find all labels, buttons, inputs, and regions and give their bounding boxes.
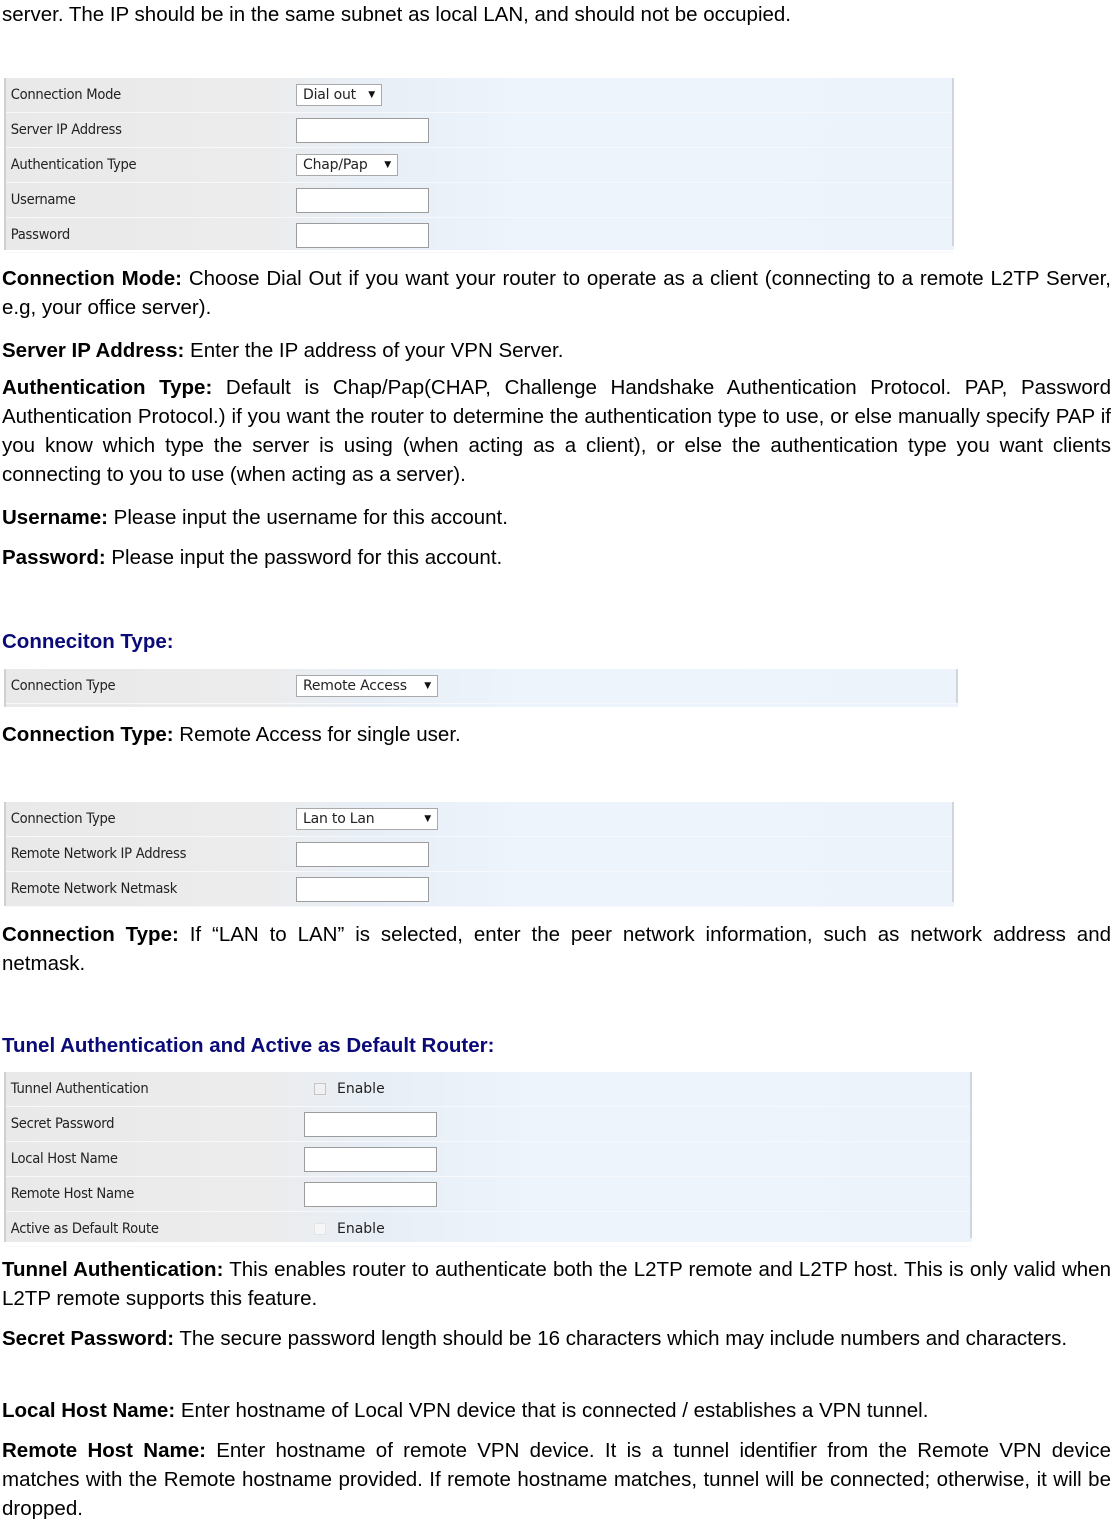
- form-row-server-ip: Server IP Address: [6, 113, 954, 148]
- field-label: Remote Host Name: [10, 1186, 135, 1202]
- authentication-type-select[interactable]: Chap/Pap ▼: [296, 154, 398, 176]
- term: Server IP Address:: [2, 339, 185, 362]
- desc-server-ip: Server IP Address: Enter the IP address …: [2, 336, 1111, 365]
- desc-username: Username: Please input the username for …: [2, 503, 1111, 532]
- form-row-username: Username: [6, 183, 954, 218]
- local-host-name-input[interactable]: [304, 1146, 437, 1172]
- secret-password-input[interactable]: [304, 1111, 437, 1137]
- dropdown-arrow-icon: ▼: [368, 90, 375, 100]
- term: Secret Password:: [2, 1327, 175, 1350]
- term: Tunnel Authentication:: [2, 1258, 224, 1281]
- description: Enter the IP address of your VPN Server.: [184, 339, 564, 362]
- field-label: Password: [10, 227, 71, 243]
- field-label: Secret Password: [10, 1116, 115, 1132]
- desc-authentication-type: Authentication Type: Default is Chap/Pap…: [2, 373, 1111, 489]
- desc-remote-host-name: Remote Host Name: Enter hostname of remo…: [2, 1436, 1111, 1523]
- desc-secret-password: Secret Password: The secure password len…: [2, 1324, 1111, 1353]
- lan-to-lan-form-panel: Connection Type Lan to Lan ▼ Remote Netw…: [4, 802, 954, 907]
- field-label: Remote Network IP Address: [10, 846, 187, 862]
- connection-type-select[interactable]: Remote Access ▼: [296, 675, 438, 697]
- form-row-password: Password: [6, 218, 954, 253]
- form-row-secret-password: Secret Password: [6, 1107, 972, 1142]
- description: Remote Access for single user.: [173, 723, 461, 746]
- dialout-form-panel: Connection Mode Dial out ▼ Server IP Add…: [4, 78, 954, 253]
- term: Username:: [2, 506, 108, 529]
- heading-tunnel-authentication: Tunel Authentication and Active as Defau…: [2, 1034, 495, 1057]
- description: Please input the username for this accou…: [107, 506, 508, 529]
- term: Connection Type:: [2, 923, 179, 946]
- remote-network-netmask-input[interactable]: [296, 876, 429, 902]
- field-label: Username: [10, 192, 76, 208]
- desc-tunnel-authentication: Tunnel Authentication: This enables rout…: [2, 1255, 1111, 1313]
- tunnel-form-panel: Tunnel Authentication Enable Secret Pass…: [4, 1072, 972, 1247]
- form-row-connection-mode: Connection Mode Dial out ▼: [6, 78, 954, 113]
- description: The secure password length should be 16 …: [174, 1327, 1068, 1350]
- field-label: Connection Type: [10, 678, 116, 694]
- username-input[interactable]: [296, 187, 429, 213]
- term: Connection Mode:: [2, 267, 182, 290]
- term: Password:: [2, 546, 106, 569]
- tunnel-authentication-checkbox[interactable]: [314, 1083, 326, 1095]
- remote-network-ip-input[interactable]: [296, 841, 429, 867]
- form-row-authentication-type: Authentication Type Chap/Pap ▼: [6, 148, 954, 183]
- form-row-remote-network-ip: Remote Network IP Address: [6, 837, 954, 872]
- field-label: Active as Default Route: [10, 1221, 159, 1237]
- form-row-connection-type: Connection Type Lan to Lan ▼: [6, 802, 954, 837]
- dropdown-arrow-icon: ▼: [424, 814, 431, 824]
- desc-connection-mode: Connection Mode: Choose Dial Out if you …: [2, 264, 1111, 322]
- term: Remote Host Name:: [2, 1439, 206, 1462]
- connection-type-select[interactable]: Lan to Lan ▼: [296, 808, 438, 830]
- form-row-local-host-name: Local Host Name: [6, 1142, 972, 1177]
- term: Local Host Name:: [2, 1399, 176, 1422]
- server-ip-input[interactable]: [296, 117, 429, 143]
- remote-access-form-panel: Connection Type Remote Access ▼: [4, 669, 958, 707]
- dropdown-arrow-icon: ▼: [424, 681, 431, 691]
- select-value: Chap/Pap: [303, 157, 368, 173]
- description: Enter hostname of Local VPN device that …: [175, 1399, 929, 1422]
- select-value: Dial out: [303, 87, 356, 103]
- select-value: Lan to Lan: [303, 811, 375, 827]
- connection-mode-select[interactable]: Dial out ▼: [296, 84, 382, 106]
- field-label: Connection Type: [10, 811, 116, 827]
- checkbox-label: Enable: [337, 1081, 385, 1097]
- tunnel-authentication-checkbox-group[interactable]: Enable: [314, 1081, 385, 1097]
- description: Please input the password for this accou…: [105, 546, 503, 569]
- heading-connection-type: Conneciton Type:: [2, 630, 174, 653]
- field-label: Local Host Name: [10, 1151, 118, 1167]
- field-label: Authentication Type: [10, 157, 137, 173]
- desc-lan-to-lan: Connection Type: If “LAN to LAN” is sele…: [2, 920, 1111, 978]
- form-row-tunnel-authentication: Tunnel Authentication Enable: [6, 1072, 972, 1107]
- form-row-remote-host-name: Remote Host Name: [6, 1177, 972, 1212]
- desc-password: Password: Please input the password for …: [2, 543, 1111, 572]
- desc-remote-access: Connection Type: Remote Access for singl…: [2, 720, 1111, 749]
- form-row-remote-network-netmask: Remote Network Netmask: [6, 872, 954, 907]
- desc-local-host-name: Local Host Name: Enter hostname of Local…: [2, 1396, 1111, 1425]
- field-label: Remote Network Netmask: [10, 881, 178, 897]
- password-input[interactable]: [296, 222, 429, 248]
- term: Authentication Type:: [2, 376, 213, 399]
- default-route-checkbox[interactable]: [314, 1223, 326, 1235]
- default-route-checkbox-group[interactable]: Enable: [314, 1221, 385, 1237]
- form-row-connection-type: Connection Type Remote Access ▼: [6, 669, 958, 704]
- dropdown-arrow-icon: ▼: [384, 160, 391, 170]
- term: Connection Type:: [2, 723, 174, 746]
- field-label: Connection Mode: [10, 87, 122, 103]
- field-label: Server IP Address: [10, 122, 122, 138]
- field-label: Tunnel Authentication: [10, 1081, 149, 1097]
- select-value: Remote Access: [303, 678, 407, 694]
- remote-host-name-input[interactable]: [304, 1181, 437, 1207]
- checkbox-label: Enable: [337, 1221, 385, 1237]
- form-row-default-route: Active as Default Route Enable: [6, 1212, 972, 1247]
- intro-paragraph: server. The IP should be in the same sub…: [2, 3, 791, 26]
